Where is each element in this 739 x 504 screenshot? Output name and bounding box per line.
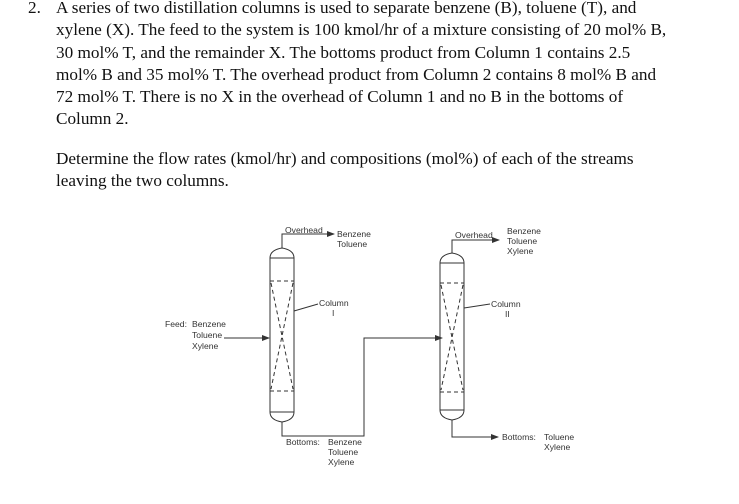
column-2-vessel [439, 252, 465, 421]
column-2-leader [463, 303, 491, 309]
column-1-vessel [269, 247, 295, 423]
column-1-bottoms-component: Xylene [328, 457, 354, 467]
column-2-overhead-component: Xylene [507, 246, 533, 256]
feed-component: Xylene [192, 341, 218, 351]
feed-label: Feed: [165, 319, 187, 329]
column-1-bottoms-label: Bottoms: [286, 437, 320, 447]
column-1-bottoms-stream [281, 335, 443, 437]
column-2-overhead-component: Toluene [507, 236, 537, 246]
column-1-bottoms-component: Toluene [328, 447, 358, 457]
column-2-overhead-stream [451, 237, 500, 253]
column-1-bottoms-component: Benzene [328, 437, 362, 447]
column-2-bottoms-label: Bottoms: [502, 432, 536, 442]
column-2-bottoms-component: Xylene [544, 442, 570, 452]
column-1-overhead-component: Benzene [337, 229, 371, 239]
feed-component: Toluene [192, 330, 222, 340]
column-1-overhead-component: Toluene [337, 239, 367, 249]
column-2-numeral: II [505, 309, 510, 319]
column-1-label: Column [319, 298, 349, 308]
column-1-numeral: I [332, 308, 334, 318]
column-2-bottoms-stream [451, 420, 499, 440]
feed-component: Benzene [192, 319, 226, 329]
column-2-bottoms-component: Toluene [544, 432, 574, 442]
column-1-overhead-stream [281, 231, 335, 248]
distillation-diagram: Feed: Benzene Toluene Xylene Overhead Be… [165, 225, 574, 467]
column-2-label: Column [491, 299, 521, 309]
column-2-overhead-component: Benzene [507, 226, 541, 236]
column-2-overhead-label: Overhead [455, 230, 493, 240]
column-1-overhead-label: Overhead [285, 225, 323, 235]
column-1-leader [293, 303, 319, 312]
